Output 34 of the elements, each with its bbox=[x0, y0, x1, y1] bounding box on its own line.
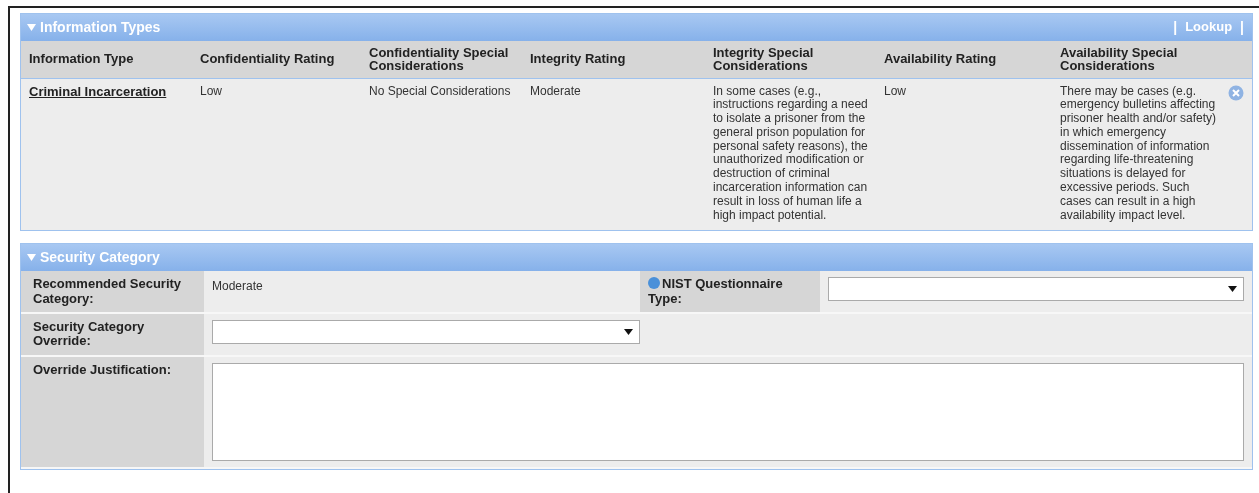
text-area[interactable] bbox=[212, 362, 1244, 461]
panel-header[interactable]: Security Category bbox=[21, 244, 1252, 272]
dropdown[interactable] bbox=[828, 277, 1244, 302]
field-label: NIST Questionnaire Type: bbox=[648, 276, 783, 306]
dropdown-arrow-icon bbox=[1228, 286, 1237, 293]
table-cell-text: There may be cases (e.g. emergency bulletins affecting prisoner health and/or safety) in which emergency dissemination of information regarding life-threatening situations is delayed for excessive periods. Such cases can result in a high availability impact level. bbox=[1060, 84, 1218, 223]
field-label: Security Category Override: bbox=[21, 314, 204, 355]
table-cell: No Special Considerations bbox=[369, 83, 511, 98]
collapse-triangle-icon[interactable] bbox=[27, 253, 36, 263]
separator: | bbox=[1173, 18, 1178, 37]
information-type-link[interactable]: Criminal Incarceration bbox=[29, 83, 167, 99]
table-cell: Low bbox=[884, 83, 906, 98]
table-cell: Low bbox=[200, 83, 222, 98]
column-header: Availability Special Considerations bbox=[1052, 41, 1252, 78]
table-cell: Moderate bbox=[530, 83, 581, 98]
remove-icon[interactable] bbox=[1228, 84, 1244, 101]
panel-title[interactable]: Security Category bbox=[40, 247, 160, 269]
column-header: Availability Rating bbox=[876, 41, 1052, 78]
collapse-triangle-icon[interactable] bbox=[27, 23, 36, 32]
column-header: Confidentiality Rating bbox=[192, 41, 361, 78]
dropdown[interactable] bbox=[212, 320, 640, 345]
table-cell: In some cases (e.g., instructions regarding a need to isolate a prisoner from the general prison population for personal safety reasons), the unauthorized modification or destruction of criminal incarceration information can result in loss of human life a high impact potential. bbox=[713, 83, 868, 222]
panel-header[interactable]: Information Types | Lookup | bbox=[21, 14, 1252, 41]
panel-title[interactable]: Information Types bbox=[40, 17, 161, 38]
field-label: Recommended Security Category: bbox=[21, 271, 204, 313]
dropdown-arrow-icon bbox=[624, 329, 633, 336]
column-header: Information Type bbox=[21, 41, 192, 78]
field-value: Moderate bbox=[212, 279, 263, 294]
field-label: Override Justification: bbox=[33, 361, 171, 377]
column-header: Confidentiality Special Considerations bbox=[361, 41, 522, 78]
column-header: Integrity Special Considerations bbox=[705, 41, 876, 78]
column-header: Integrity Rating bbox=[522, 41, 705, 78]
separator: | bbox=[1240, 18, 1244, 37]
lookup-link[interactable]: Lookup bbox=[1185, 17, 1233, 38]
